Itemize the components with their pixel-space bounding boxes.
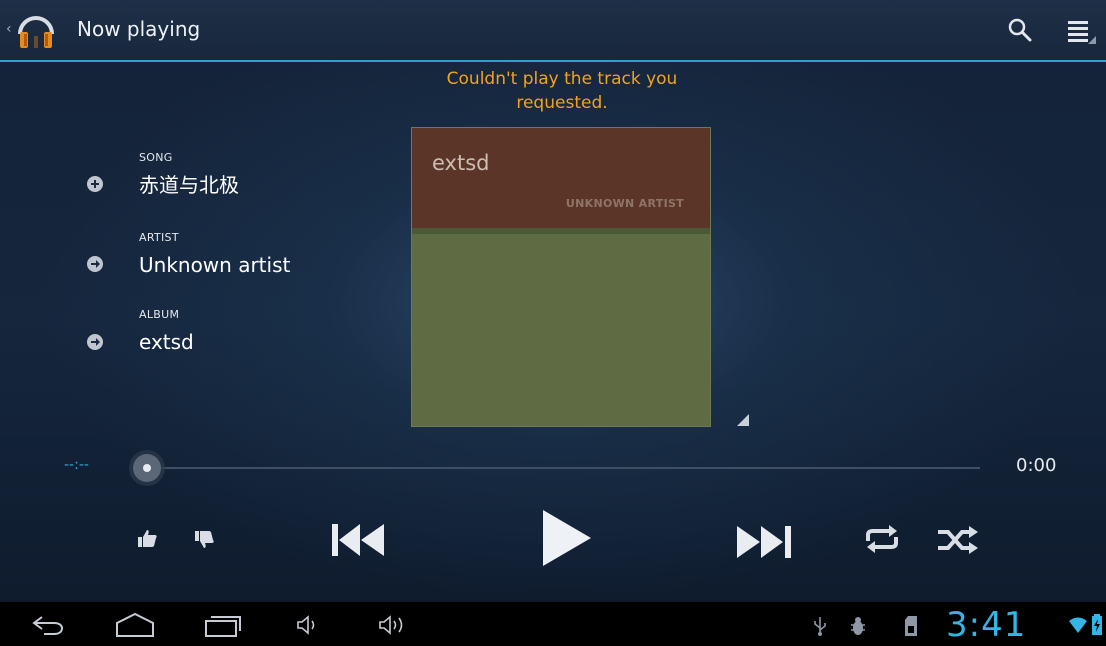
album-art-top — [412, 128, 710, 228]
error-message: Couldn't play the track you requested. — [446, 69, 678, 113]
song-title: 赤道与北极 — [139, 173, 239, 197]
add-song-icon[interactable] — [86, 175, 104, 193]
total-time: 0:00 — [1016, 455, 1057, 476]
up-caret-icon[interactable]: ‹ — [6, 22, 12, 36]
previous-icon[interactable] — [330, 521, 390, 559]
artist-label: ARTIST — [139, 231, 179, 244]
usb-icon — [814, 617, 826, 636]
menu-icon[interactable] — [1066, 18, 1096, 44]
seek-thumb[interactable] — [127, 448, 167, 488]
album-art-bottom — [412, 234, 710, 426]
volume-down-icon[interactable] — [296, 615, 320, 635]
search-icon[interactable] — [1006, 16, 1034, 44]
thumbs-down-icon[interactable] — [193, 530, 215, 550]
back-icon[interactable] — [30, 614, 66, 636]
seek-bar[interactable] — [150, 467, 980, 469]
album-label: ALBUM — [139, 308, 180, 321]
album-art-artist: UNKNOWN ARTIST — [565, 197, 684, 210]
debug-icon — [851, 617, 865, 635]
volume-up-icon[interactable] — [378, 614, 412, 636]
recent-apps-icon[interactable] — [203, 612, 243, 638]
battery-icon — [1092, 614, 1102, 635]
clock[interactable]: 3:41 — [946, 606, 1026, 644]
system-bar: 3:41 — [0, 602, 1106, 646]
headphones-icon[interactable] — [14, 8, 58, 52]
repeat-icon[interactable] — [862, 523, 902, 555]
action-bar: ‹ Now playing — [0, 0, 1106, 62]
album-art-title: extsd — [432, 151, 490, 175]
album-art[interactable]: extsd UNKNOWN ARTIST — [411, 127, 711, 427]
thumbs-up-icon[interactable] — [136, 528, 158, 548]
home-icon[interactable] — [114, 612, 156, 638]
artist-name: Unknown artist — [139, 253, 291, 277]
album-name: extsd — [139, 330, 194, 354]
sd-card-icon — [905, 616, 917, 636]
shuffle-icon[interactable] — [936, 524, 980, 556]
artist-arrow-icon[interactable] — [86, 255, 104, 273]
expand-handle-icon[interactable] — [737, 414, 749, 426]
album-arrow-icon[interactable] — [86, 333, 104, 351]
elapsed-time: --:-- — [64, 457, 89, 473]
next-icon[interactable] — [735, 523, 795, 561]
song-label: SONG — [139, 151, 173, 164]
play-icon[interactable] — [537, 506, 595, 570]
page-title: Now playing — [77, 17, 201, 41]
now-playing-screen: ‹ Now playing Couldn't play the track yo… — [0, 0, 1106, 646]
wifi-icon — [1069, 617, 1087, 633]
